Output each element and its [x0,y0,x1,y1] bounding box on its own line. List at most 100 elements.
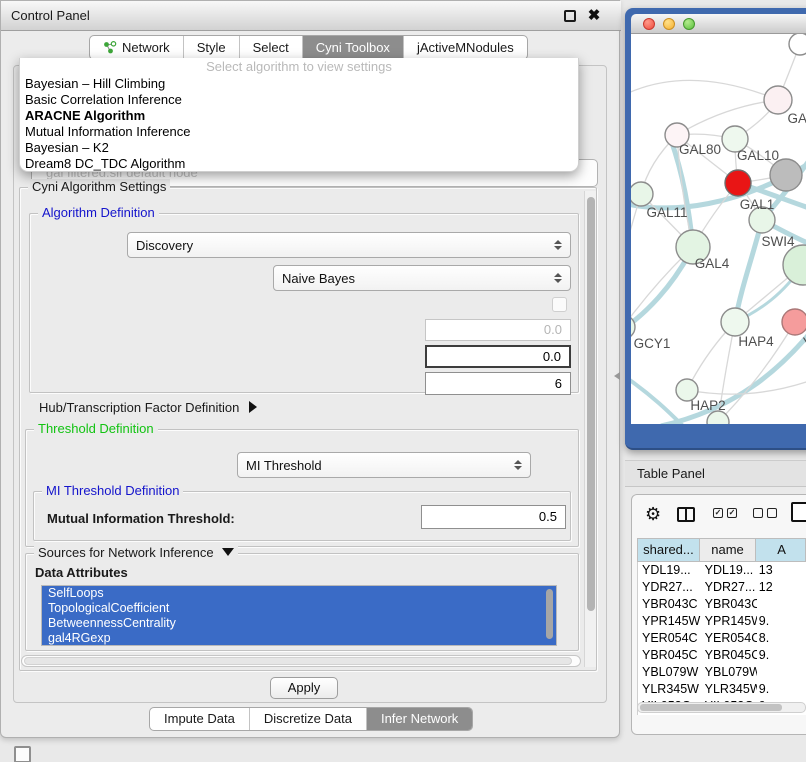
table-row[interactable]: YDR27... YDR27... 12 [638,579,806,596]
select-all-checkbox-icon[interactable]: ✓ [727,508,737,518]
close-window-icon[interactable]: ✖ [584,5,604,27]
cell-value[interactable]: 9. [757,647,806,664]
kernel-width-field[interactable]: 0.0 [425,319,571,341]
cell-name[interactable]: YBR043C [701,596,757,613]
cell-value[interactable] [757,664,806,681]
deselect-all-checkbox-icon[interactable] [767,508,777,518]
cell-shared[interactable]: YER054C [638,630,701,647]
network-node[interactable] [789,34,806,55]
cell-name[interactable]: YPR145W [701,613,757,630]
minimize-traffic-light-icon[interactable] [663,18,675,30]
new-table-icon[interactable] [791,502,806,522]
table-row[interactable]: YBR045C YBR045C 9. [638,647,806,664]
table-row[interactable]: YLR345W YLR345W 9. [638,681,806,698]
gear-icon[interactable]: ⚙ [645,504,661,525]
scrollbar-thumb[interactable] [587,197,595,611]
minimized-panel-icon[interactable] [14,746,31,762]
node-label-gcy1: GCY1 [634,336,671,351]
apply-button[interactable]: Apply [270,677,338,699]
tab-cyni-toolbox[interactable]: Cyni Toolbox [302,36,403,59]
cell-value[interactable] [757,596,806,613]
algorithm-option[interactable]: Mutual Information Inference [20,124,578,140]
tab-network[interactable]: Network [90,36,183,59]
algorithm-option[interactable]: Bayesian – Hill Climbing [20,76,578,92]
tab-select[interactable]: Select [239,36,302,59]
attribute-item[interactable]: SelfLoops [42,586,556,601]
collapsed-arrow-icon [249,401,257,413]
attribute-item[interactable]: TopologicalCoefficient [42,601,556,616]
cell-value[interactable]: 9. [757,681,806,698]
scrollbar-thumb[interactable] [24,657,572,665]
tab-style[interactable]: Style [183,36,239,59]
attribute-item[interactable]: gal4RGexp [42,631,556,646]
deselect-all-checkbox-icon[interactable] [753,508,763,518]
cell-name[interactable]: YDL19... [701,562,757,579]
sources-group-title[interactable]: Sources for Network Inference [34,545,238,560]
cell-shared[interactable]: YDR27... [638,579,701,596]
close-traffic-light-icon[interactable] [643,18,655,30]
cell-name[interactable]: YDR27... [701,579,757,596]
algorithm-option[interactable]: Dream8 DC_TDC Algorithm [20,156,578,172]
network-node-gal[interactable] [764,86,792,114]
tab-jactivemnodules[interactable]: jActiveMNodules [403,36,527,59]
panel-splitter-arrow[interactable] [614,372,620,380]
mi-steps-field[interactable]: 6 [425,372,571,395]
aracne-mode-select[interactable]: Discovery [127,232,571,258]
settings-horizontal-scrollbar[interactable] [21,655,581,667]
tab-impute-data[interactable]: Impute Data [150,708,249,730]
algorithm-option[interactable]: Basic Correlation Inference [20,92,578,108]
network-node-salmon[interactable] [782,309,806,335]
scrollbar-thumb[interactable] [640,704,782,711]
table-horizontal-scrollbar[interactable] [637,702,806,713]
float-window-icon[interactable] [564,10,576,22]
tab-discretize-data[interactable]: Discretize Data [249,708,366,730]
cell-shared[interactable]: YBR043C [638,596,701,613]
table-row[interactable]: YDL19... YDL19... 13 [638,562,806,579]
cell-shared[interactable]: YBR045C [638,647,701,664]
hub-definition-toggle[interactable]: Hub/Transcription Factor Definition [39,399,257,417]
network-node-hap4[interactable] [721,308,749,336]
list-scrollbar-thumb[interactable] [546,589,553,639]
table-row[interactable]: YPR145W YPR145W 9. [638,613,806,630]
cell-value[interactable]: 8. [757,630,806,647]
cell-name[interactable]: YBR045C [701,647,757,664]
control-panel-tabs: Network Style Select Cyni Toolbox jActiv… [89,35,528,60]
mi-threshold-field[interactable]: 0.5 [421,505,566,529]
hub-definition-label: Hub/Transcription Factor Definition [39,400,239,415]
network-canvas[interactable]: GAL80 GAL10 GAL1 GAL11 SWI4 GAL4 GCY1 HA… [631,34,806,424]
cell-value[interactable]: 9. [757,613,806,630]
mi-algorithm-type-select[interactable]: Naive Bayes [273,265,571,291]
tab-infer-network[interactable]: Infer Network [366,708,472,730]
columns-icon[interactable] [677,507,695,522]
cell-name[interactable]: YLR345W [701,681,757,698]
control-panel-titlebar[interactable]: Control Panel ✖ [1,1,621,31]
dpi-tolerance-field[interactable]: 0.0 [425,345,571,368]
network-node-gal11[interactable] [631,182,653,206]
column-header-shared[interactable]: shared... [637,538,700,562]
cell-shared[interactable]: YBL079W [638,664,701,681]
cell-value[interactable]: 12 [757,579,806,596]
column-header-extra[interactable]: A [756,538,806,562]
table-row[interactable]: YER054C YER054C 8. [638,630,806,647]
control-panel-title: Control Panel [11,1,90,31]
table-row[interactable]: YBL079W YBL079W [638,664,806,681]
cell-shared[interactable]: YLR345W [638,681,701,698]
network-node-gray[interactable] [770,159,802,191]
column-header-name[interactable]: name [700,538,756,562]
network-window-titlebar[interactable] [631,14,806,34]
cell-value[interactable]: 13 [757,562,806,579]
select-all-checkbox-icon[interactable]: ✓ [713,508,723,518]
algorithm-option-selected[interactable]: ARACNE Algorithm [20,108,578,124]
cell-name[interactable]: YBL079W [701,664,757,681]
which-threshold-select[interactable]: MI Threshold [237,452,531,478]
cell-shared[interactable]: YPR145W [638,613,701,630]
cell-shared[interactable]: YDL19... [638,562,701,579]
table-row[interactable]: YBR043C YBR043C [638,596,806,613]
cell-name[interactable]: YER054C [701,630,757,647]
attribute-item[interactable]: BetweennessCentrality [42,616,556,631]
zoom-traffic-light-icon[interactable] [683,18,695,30]
settings-vertical-scrollbar[interactable] [584,191,596,667]
manual-kernel-width-checkbox[interactable] [552,297,567,312]
network-node-gal1[interactable] [725,170,751,196]
algorithm-option[interactable]: Bayesian – K2 [20,140,578,156]
